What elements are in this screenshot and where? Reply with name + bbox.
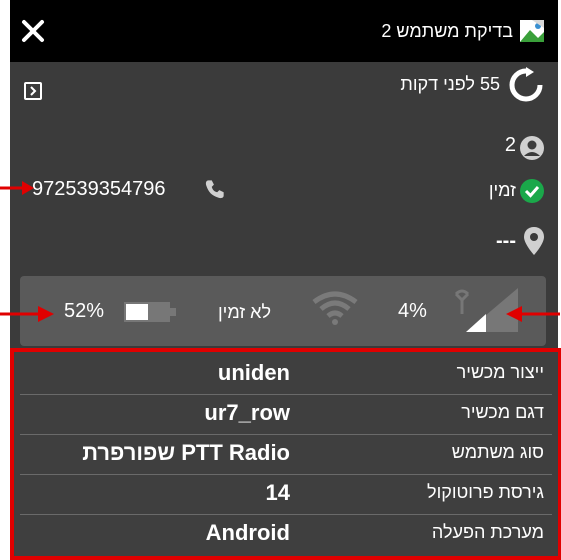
detail-label: ייצור מכשיר — [456, 362, 544, 382]
battery-icon — [124, 302, 176, 322]
detail-label: סוג משתמש — [451, 442, 544, 462]
table-row: דגם מכשיר ur7_row — [20, 394, 552, 435]
table-row: סוג משתמש PTT Radio שפורפרת — [20, 434, 552, 475]
last-update-row: 55 לפני דקות — [344, 62, 544, 112]
window-title: בדיקת משתמש 2 — [381, 21, 513, 41]
location-pin-icon — [524, 227, 544, 255]
detail-label: דגם מכשיר — [461, 402, 544, 422]
detail-value: Android — [205, 520, 290, 545]
user-avatar-image-icon — [520, 20, 544, 42]
title-bar: בדיקת משתמש 2 — [10, 0, 558, 62]
detail-value: 14 — [265, 480, 290, 505]
phone-icon[interactable] — [202, 176, 228, 202]
detail-value: uniden — [217, 360, 290, 385]
table-row: גירסת פרוטוקול 14 — [20, 474, 552, 515]
user-icon — [520, 136, 544, 160]
signal-percent: 4% — [398, 300, 427, 322]
device-status-box: 52% לא זמין 4% — [20, 276, 546, 346]
device-details-table: ייצור מכשיר uniden דגם מכשיר ur7_row סוג… — [10, 348, 561, 560]
user-id: 2 — [504, 134, 516, 156]
detail-value: ur7_row — [204, 400, 290, 425]
wifi-icon — [312, 291, 358, 325]
last-update-text: 55 לפני דקות — [400, 74, 500, 94]
table-row: ייצור מכשיר uniden — [20, 354, 552, 395]
user-details-panel: בדיקת משתמש 2 55 לפני דקות 2 זמין 972539… — [10, 0, 561, 560]
refresh-icon[interactable] — [508, 67, 544, 103]
table-row: מערכת הפעלה Android — [20, 514, 552, 554]
phone-number: 972539354796 — [32, 178, 166, 200]
annotation-arrow-signal — [506, 306, 560, 322]
battery-percent: 52% — [64, 300, 105, 322]
user-status: זמין — [488, 180, 516, 200]
wifi-status: לא זמין — [218, 302, 272, 322]
detail-label: מערכת הפעלה — [431, 522, 544, 542]
detail-value: PTT Radio שפורפרת — [82, 440, 290, 465]
annotation-arrow-battery — [0, 306, 54, 322]
collapse-button[interactable] — [24, 82, 42, 100]
check-circle-icon — [520, 179, 544, 203]
close-icon[interactable] — [20, 18, 46, 44]
chevron-right-icon — [30, 86, 37, 96]
detail-label: גירסת פרוטוקול — [427, 482, 544, 502]
location-text: --- — [496, 230, 516, 252]
annotation-arrow-phone — [0, 181, 34, 195]
